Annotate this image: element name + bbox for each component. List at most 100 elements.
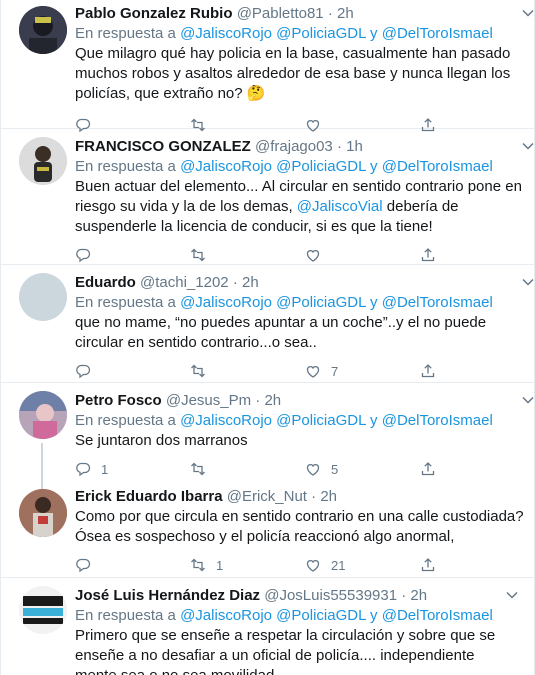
reply-mentions[interactable]: @JaliscoRojo @PoliciaGDL y @DelToroIsmae… [180,158,493,175]
user-handle[interactable]: @frajago03 [255,138,333,155]
reply-icon [76,462,91,477]
tweet-text: Se juntaron dos marranos [75,432,248,449]
text-mention[interactable]: @JaliscoVial [297,198,383,215]
display-name[interactable]: José Luis Hernández Diaz [75,587,260,604]
retweet-icon [191,364,205,378]
chevron-down-icon[interactable] [521,6,535,20]
user-handle[interactable]: @tachi_1202 [140,274,229,291]
tweet[interactable]: Eduardo @tachi_1202 · 2h En respuesta a … [1,265,534,383]
reply-icon [76,558,91,573]
reply-prefix: En respuesta a [75,158,176,175]
tweet-header: José Luis Hernández Diaz @JosLuis5553993… [75,578,519,606]
timestamp[interactable]: 2h [320,488,337,505]
reply-button[interactable]: 1 [75,461,190,477]
timestamp[interactable]: 2h [410,587,427,604]
share-button[interactable] [420,247,535,263]
tweet-content: Eduardo @tachi_1202 · 2h En respuesta a … [69,265,535,382]
tweet[interactable]: José Luis Hernández Diaz @JosLuis5553993… [1,578,534,675]
display-name[interactable]: FRANCISCO GONZALEZ [75,138,251,155]
tweet-header: Pablo Gonzalez Rubio @Pabletto81 · 2h [75,0,535,24]
timestamp[interactable]: 2h [337,5,354,22]
display-name[interactable]: Petro Fosco [75,392,162,409]
heart-icon [306,366,320,378]
like-button[interactable]: 7 [305,363,420,379]
reply-mentions[interactable]: @JaliscoRojo @PoliciaGDL y @DelToroIsmae… [180,294,493,311]
reply-prefix: En respuesta a [75,25,176,42]
separator-dot: · [327,5,333,22]
retweet-button[interactable] [190,363,305,379]
heart-icon [306,560,320,572]
user-handle[interactable]: @Jesus_Pm [166,392,251,409]
tweet-text: Que milagro qué hay policia en la base, … [75,45,511,102]
tweet[interactable]: FRANCISCO GONZALEZ @frajago03 · 1h En re… [1,129,534,265]
tweet-header: Eduardo @tachi_1202 · 2h [75,265,535,293]
reply-mentions[interactable]: @JaliscoRojo @PoliciaGDL y @DelToroIsmae… [180,607,493,624]
avatar[interactable] [19,586,67,634]
avatar[interactable] [19,137,67,185]
retweet-button[interactable]: 1 [190,557,305,573]
avatar-image [19,489,67,537]
user-handle[interactable]: @Pabletto81 [237,5,324,22]
tweet-content: FRANCISCO GONZALEZ @frajago03 · 1h En re… [69,129,535,264]
replying-to: En respuesta a @JaliscoRojo @PoliciaGDL … [75,157,535,177]
avatar-column [19,483,69,577]
avatar[interactable] [19,6,67,54]
timestamp[interactable]: 2h [264,392,281,409]
share-icon [421,558,435,572]
like-button[interactable] [305,247,420,263]
like-count: 5 [331,461,339,477]
user-handle[interactable]: @Erick_Nut [227,488,307,505]
chevron-down-icon[interactable] [521,275,535,289]
separator-dot: · [255,392,261,409]
chevron-down-icon[interactable] [505,588,519,602]
share-icon [421,248,435,262]
tweet-actions: 1 5 [75,453,535,485]
tweet-header: Petro Fosco @Jesus_Pm · 2h [75,383,535,411]
reply-button[interactable] [75,557,190,573]
tweet[interactable]: Pablo Gonzalez Rubio @Pabletto81 · 2h En… [1,0,535,133]
reply-mentions[interactable]: @JaliscoRojo @PoliciaGDL y @DelToroIsmae… [180,25,493,42]
tweet[interactable]: Erick Eduardo Ibarra @Erick_Nut · 2h Com… [1,483,534,578]
replying-to: En respuesta a @JaliscoRojo @PoliciaGDL … [75,293,535,313]
retweet-button[interactable] [190,247,305,263]
timestamp[interactable]: 1h [346,138,363,155]
reply-button[interactable] [75,247,190,263]
tweet-text: Buen actuar del elemento... Al circular … [75,178,522,235]
reply-button[interactable] [75,363,190,379]
share-button[interactable] [420,461,535,477]
tweet-header: Erick Eduardo Ibarra @Erick_Nut · 2h [75,483,535,507]
reply-icon [76,364,91,379]
replying-to: En respuesta a @JaliscoRojo @PoliciaGDL … [75,24,535,44]
avatar-column [19,0,69,128]
avatar[interactable] [19,489,67,537]
retweet-button[interactable] [190,461,305,477]
reply-mentions[interactable]: @JaliscoRojo @PoliciaGDL y @DelToroIsmae… [180,412,493,429]
display-name[interactable]: Pablo Gonzalez Rubio [75,5,233,22]
user-handle[interactable]: @JosLuis55539931 [264,587,397,604]
like-button[interactable]: 5 [305,461,420,477]
replying-to: En respuesta a @JaliscoRojo @PoliciaGDL … [75,606,519,626]
avatar[interactable] [19,391,67,439]
chevron-down-icon[interactable] [521,139,535,153]
retweet-icon [191,558,205,572]
like-count: 21 [331,557,346,573]
tweet[interactable]: Petro Fosco @Jesus_Pm · 2h En respuesta … [1,383,534,483]
reply-count: 1 [101,461,109,477]
display-name[interactable]: Eduardo [75,274,136,291]
reply-prefix: En respuesta a [75,412,176,429]
separator-dot: · [232,274,238,291]
like-button[interactable]: 21 [305,557,420,573]
chevron-down-icon[interactable] [521,393,535,407]
avatar[interactable] [19,273,67,321]
reply-prefix: En respuesta a [75,294,176,311]
display-name[interactable]: Erick Eduardo Ibarra [75,488,223,505]
heart-icon [306,464,320,476]
reply-prefix: En respuesta a [75,607,176,624]
tweet-text: que no mame, “no puedes apuntar a un coc… [75,314,487,351]
share-button[interactable] [420,557,535,573]
tweet-text: Primero que se enseñe a respetar la circ… [75,627,496,675]
timestamp[interactable]: 2h [242,274,259,291]
avatar-image [19,586,67,634]
share-button[interactable] [420,363,535,379]
tweet-text: Como por que circula en sentido contrari… [75,508,524,545]
